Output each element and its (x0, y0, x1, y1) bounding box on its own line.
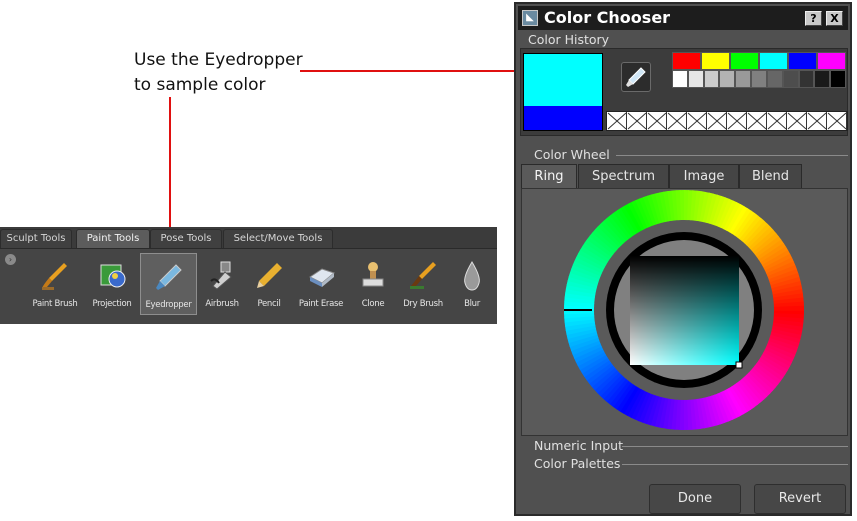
tool-label: Paint Brush (32, 299, 78, 309)
tool-label: Eyedropper (145, 300, 192, 310)
current-previous-swatch[interactable] (523, 53, 603, 131)
divider (622, 464, 848, 465)
tool-blur[interactable]: Blur (446, 253, 498, 315)
tab-select-move-tools[interactable]: Select/Move Tools (223, 229, 333, 248)
empty-color-slot[interactable] (827, 112, 847, 130)
app-icon: ◣ (522, 10, 538, 26)
color-ring[interactable] (522, 189, 847, 435)
tab-paint-tools[interactable]: Paint Tools (76, 229, 150, 248)
title-bar[interactable]: ◣ Color Chooser ? X (518, 6, 848, 30)
palette-swatch[interactable] (830, 70, 846, 88)
palette-swatch[interactable] (719, 70, 736, 88)
empty-color-slot[interactable] (707, 112, 727, 130)
palette-swatch[interactable] (672, 70, 688, 88)
palette-swatch[interactable] (687, 70, 704, 88)
color-palettes-label[interactable]: Color Palettes (534, 456, 620, 471)
palette-swatch[interactable] (782, 70, 799, 88)
recent-colors-row (606, 111, 848, 131)
color-picker-handle[interactable] (735, 361, 743, 369)
tool-label: Dry Brush (403, 299, 443, 309)
tool-paint-brush[interactable]: Paint Brush (29, 253, 81, 315)
projection-icon (100, 264, 126, 288)
empty-color-slot[interactable] (627, 112, 647, 130)
close-button[interactable]: X (826, 11, 843, 26)
eyedropper-button[interactable] (621, 62, 651, 92)
tool-label: Clone (361, 299, 385, 309)
tool-pencil[interactable]: Pencil (243, 253, 295, 315)
eyedropper-icon (626, 67, 646, 87)
tool-label: Projection (92, 299, 132, 309)
airbrush-icon (210, 261, 232, 290)
color-wheel-label: Color Wheel (534, 147, 610, 162)
tab-image[interactable]: Image (669, 164, 739, 188)
dry-brush-icon (410, 262, 436, 289)
empty-color-slot[interactable] (647, 112, 667, 130)
color-wheel-panel (521, 188, 848, 436)
clone-stamp-icon (362, 262, 384, 287)
palette-swatch-grid (672, 52, 846, 88)
current-color-swatch (524, 54, 602, 106)
done-button[interactable]: Done (649, 484, 741, 514)
empty-color-slot[interactable] (667, 112, 687, 130)
color-chooser-window: ◣ Color Chooser ? X Color History Color … (514, 2, 852, 516)
palette-swatch[interactable] (701, 52, 730, 70)
value-shade-overlay (630, 256, 739, 365)
color-history-label: Color History (528, 32, 610, 47)
tool-label: Airbrush (205, 299, 239, 309)
empty-color-slot[interactable] (787, 112, 807, 130)
previous-color-swatch (524, 106, 602, 130)
blur-drop-icon (464, 261, 480, 291)
palette-swatch[interactable] (703, 70, 720, 88)
toolbar-expand-icon[interactable]: › (5, 254, 16, 265)
help-button[interactable]: ? (805, 11, 822, 26)
tool-label: Blur (464, 299, 480, 309)
pencil-icon (257, 263, 282, 288)
palette-swatch[interactable] (814, 70, 831, 88)
tab-blend[interactable]: Blend (739, 164, 802, 188)
tool-airbrush[interactable]: Airbrush (196, 253, 248, 315)
tab-ring[interactable]: Ring (521, 164, 577, 189)
tool-projection[interactable]: Projection (86, 253, 138, 315)
empty-color-slot[interactable] (807, 112, 827, 130)
empty-color-slot[interactable] (687, 112, 707, 130)
eraser-icon (309, 268, 336, 287)
divider (616, 155, 848, 156)
toolbar-tabs: Sculpt Tools Paint Tools Pose Tools Sele… (0, 227, 497, 249)
tool-label: Pencil (257, 299, 281, 309)
empty-color-slot[interactable] (767, 112, 787, 130)
eyedropper-icon (155, 264, 182, 290)
tool-dry-brush[interactable]: Dry Brush (397, 253, 449, 315)
window-title: Color Chooser (544, 8, 671, 27)
callout-line-1: Use the Eyedropper (134, 50, 303, 70)
tool-label: Paint Erase (298, 299, 344, 309)
divider (622, 446, 848, 447)
palette-swatch[interactable] (751, 70, 767, 88)
callout-line-2: to sample color (134, 75, 266, 95)
palette-swatch[interactable] (766, 70, 783, 88)
paint-toolbar: Sculpt Tools Paint Tools Pose Tools Sele… (0, 227, 497, 324)
palette-swatch[interactable] (817, 52, 846, 70)
paint-brush-icon (42, 263, 67, 290)
numeric-input-label[interactable]: Numeric Input (534, 438, 623, 453)
tab-spectrum[interactable]: Spectrum (578, 164, 669, 188)
palette-swatch[interactable] (798, 70, 815, 88)
tool-paint-erase[interactable]: Paint Erase (295, 253, 347, 315)
empty-color-slot[interactable] (607, 112, 627, 130)
tab-pose-tools[interactable]: Pose Tools (150, 229, 222, 248)
palette-swatch[interactable] (730, 52, 759, 70)
tool-clone[interactable]: Clone (347, 253, 399, 315)
palette-swatch[interactable] (788, 52, 817, 70)
empty-color-slot[interactable] (727, 112, 747, 130)
tool-eyedropper[interactable]: Eyedropper (140, 253, 197, 315)
palette-swatch[interactable] (672, 52, 701, 70)
palette-swatch[interactable] (759, 52, 788, 70)
tab-sculpt-tools[interactable]: Sculpt Tools (0, 229, 72, 248)
revert-button[interactable]: Revert (754, 484, 846, 514)
palette-swatch[interactable] (735, 70, 752, 88)
callout-text: Use the Eyedropper to sample color (134, 48, 303, 98)
empty-color-slot[interactable] (747, 112, 767, 130)
